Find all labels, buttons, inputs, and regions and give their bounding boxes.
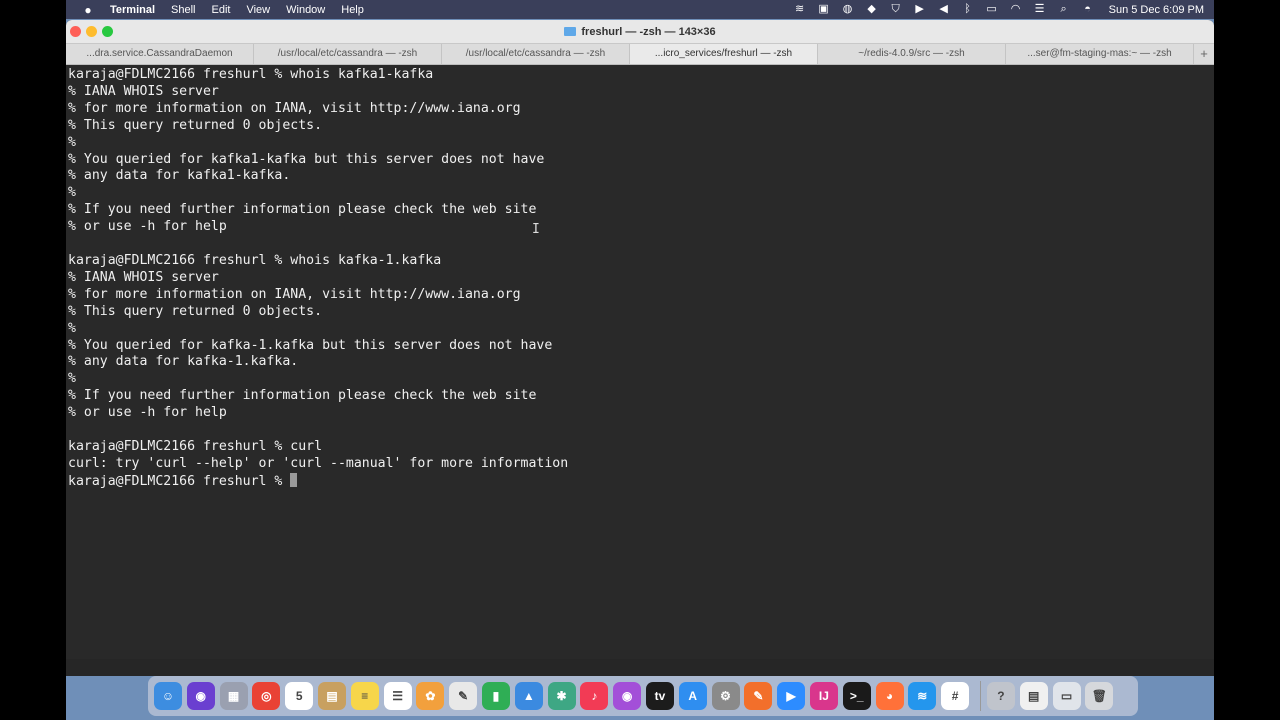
podcasts-icon[interactable]: ◉ <box>613 682 642 710</box>
window-title: freshurl — -zsh — 143×36 <box>564 25 716 38</box>
tab-bar: ...dra.service.CassandraDaemon /usr/loca… <box>66 44 1214 65</box>
dock-separator <box>979 681 981 711</box>
siri-icon[interactable]: ◉ <box>186 682 215 710</box>
terminal-line: karaja@FDLMC2166 freshurl % whois kafka-… <box>68 252 442 268</box>
terminal-icon[interactable]: >_ <box>842 682 871 710</box>
document-icon[interactable]: ▤ <box>1019 682 1048 710</box>
tab-fm-staging[interactable]: ...ser@fm-staging-mas:~ — -zsh <box>1006 44 1194 64</box>
dropbox-status-icon[interactable]: ◆ <box>865 4 879 15</box>
text-cursor-icon: I <box>532 222 540 237</box>
display-status-icon[interactable]: ▣ <box>817 4 831 15</box>
terminal-line: % <box>68 371 76 387</box>
menu-bar: ● Terminal Shell Edit View Window Help ≋… <box>66 0 1214 19</box>
zoom-window-button[interactable] <box>102 26 113 37</box>
app-menu-terminal[interactable]: Terminal <box>110 4 155 16</box>
keynote-icon[interactable]: ▲ <box>514 682 543 710</box>
tab-cassandra-etc-1[interactable]: /usr/local/etc/cassandra — -zsh <box>254 44 442 64</box>
help-icon[interactable]: ? <box>986 682 1015 710</box>
docker-icon[interactable]: ≋ <box>908 682 937 710</box>
notes-icon[interactable]: ≡ <box>350 682 379 710</box>
music-icon[interactable]: ♪ <box>580 682 609 710</box>
terminal-line: % You queried for kafka-1.kafka but this… <box>68 337 553 353</box>
close-window-button[interactable] <box>70 26 81 37</box>
tab-freshurl[interactable]: ...icro_services/freshurl — -zsh <box>630 44 818 64</box>
terminal-line: % or use -h for help <box>68 405 227 421</box>
tab-cassandra-daemon[interactable]: ...dra.service.CassandraDaemon <box>66 44 254 64</box>
tab-cassandra-etc-2[interactable]: /usr/local/etc/cassandra — -zsh <box>442 44 630 64</box>
terminal-line: % IANA WHOIS server <box>68 269 219 285</box>
terminal-line: % This query returned 0 objects. <box>68 303 323 319</box>
terminal-line: % any data for kafka1-kafka. <box>68 168 291 184</box>
terminal-bottom-bar <box>66 659 1214 676</box>
zoom-icon[interactable]: ▶ <box>777 682 806 710</box>
photos-icon[interactable]: ✿ <box>416 682 445 710</box>
terminal-prompt: karaja@FDLMC2166 freshurl % <box>68 473 291 489</box>
window-title-text: freshurl — -zsh — 143×36 <box>581 25 716 38</box>
terminal-output[interactable]: karaja@FDLMC2166 freshurl % whois kafka1… <box>66 65 1214 659</box>
terminal-cursor <box>290 472 298 487</box>
appstore-icon[interactable]: A <box>678 682 707 710</box>
finder-icon[interactable]: ☺ <box>154 682 182 710</box>
menu-window[interactable]: Window <box>286 4 325 16</box>
contacts-icon[interactable]: ▤ <box>317 682 346 710</box>
tab-redis[interactable]: ~/redis-4.0.9/src — -zsh <box>818 44 1006 64</box>
battery-icon[interactable]: ▭ <box>985 4 999 15</box>
terminal-line: % If you need further information please… <box>68 388 537 404</box>
launchpad-icon[interactable]: ▦ <box>219 682 248 710</box>
globe-status-icon[interactable]: ◍ <box>841 4 855 15</box>
volume-icon[interactable]: ◀ <box>937 4 951 15</box>
terminal-line: % You queried for kafka1-kafka but this … <box>68 151 545 167</box>
menu-view[interactable]: View <box>246 4 270 16</box>
slack-icon[interactable]: # <box>941 682 970 710</box>
terminal-line: % <box>68 320 76 336</box>
textedit-icon[interactable]: ✎ <box>449 682 478 710</box>
terminal-line: % If you need further information please… <box>68 202 537 218</box>
chatgpt-icon[interactable]: ✱ <box>547 682 576 710</box>
numbers-icon[interactable]: ▮ <box>481 682 510 710</box>
apple-menu-icon[interactable]: ● <box>78 3 98 17</box>
dock: ☺ ◉ ▦ ◎ 5 ▤ ≡ ☰ ✿ ✎ ▮ ▲ ✱ ♪ ◉ tv A ⚙ ✎ ▶ IJ >_ ◕ ≋ #? ▤ ▭ 🗑 <box>148 676 1138 716</box>
play-status-icon[interactable]: ▶ <box>913 4 927 15</box>
user-status-icon[interactable]: ◓ <box>1081 4 1095 15</box>
screen-icon[interactable]: ▭ <box>1052 682 1081 710</box>
spotlight-search-icon[interactable]: ⌕ <box>1057 4 1071 15</box>
terminal-line: curl: try 'curl --help' or 'curl --manua… <box>68 455 569 471</box>
terminal-line: % IANA WHOIS server <box>68 83 219 99</box>
terminal-line: karaja@FDLMC2166 freshurl % whois kafka1… <box>68 67 434 82</box>
reminders-icon[interactable]: ☰ <box>383 682 412 710</box>
terminal-line: % <box>68 185 76 201</box>
folder-icon <box>564 27 577 36</box>
sketch-icon[interactable]: ✎ <box>744 682 773 710</box>
menubar-clock[interactable]: Sun 5 Dec 6:09 PM <box>1109 4 1204 16</box>
system-preferences-icon[interactable]: ⚙ <box>711 682 740 710</box>
trash-icon[interactable]: 🗑 <box>1085 682 1114 710</box>
menu-shell[interactable]: Shell <box>171 4 195 16</box>
menu-help[interactable]: Help <box>341 4 364 16</box>
menu-edit[interactable]: Edit <box>212 4 231 16</box>
terminal-line: % <box>68 134 76 150</box>
terminal-line: % This query returned 0 objects. <box>68 117 323 133</box>
bluetooth-icon[interactable]: ᛒ <box>961 4 975 15</box>
terminal-line: % for more information on IANA, visit ht… <box>68 286 521 302</box>
window-titlebar[interactable]: freshurl — -zsh — 143×36 <box>66 20 1214 44</box>
desktop: ● Terminal Shell Edit View Window Help ≋… <box>66 0 1214 720</box>
firefox-icon[interactable]: ◕ <box>875 682 904 710</box>
shield-status-icon[interactable]: ⛉ <box>889 4 903 15</box>
appletv-icon[interactable]: tv <box>645 682 674 710</box>
terminal-line: karaja@FDLMC2166 freshurl % curl <box>68 438 323 454</box>
minimize-window-button[interactable] <box>86 26 97 37</box>
terminal-window: freshurl — -zsh — 143×36 ...dra.service.… <box>66 20 1214 676</box>
terminal-line: % any data for kafka-1.kafka. <box>68 354 299 370</box>
terminal-text[interactable]: karaja@FDLMC2166 freshurl % whois kafka1… <box>66 65 1214 491</box>
chrome-icon[interactable]: ◎ <box>252 682 281 710</box>
new-tab-button[interactable]: + <box>1194 44 1214 64</box>
terminal-line: % for more information on IANA, visit ht… <box>68 100 521 116</box>
intellij-icon[interactable]: IJ <box>809 682 838 710</box>
terminal-line: % or use -h for help <box>68 219 227 235</box>
wifi-icon[interactable]: ◠ <box>1009 4 1023 15</box>
docker-status-icon[interactable]: ≋ <box>793 4 807 15</box>
control-center-icon[interactable]: ☰ <box>1033 4 1047 15</box>
calendar-icon[interactable]: 5 <box>285 682 314 710</box>
